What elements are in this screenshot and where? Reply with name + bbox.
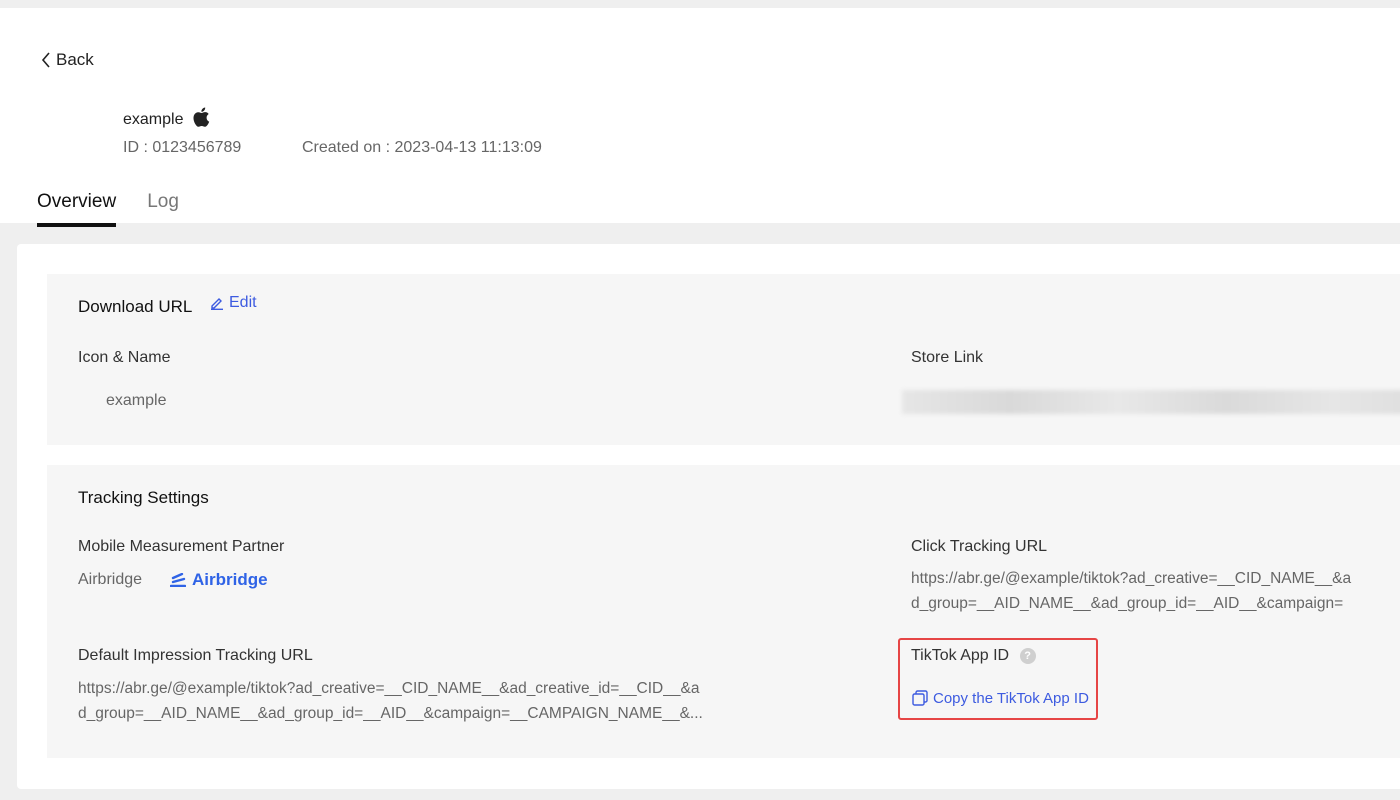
- chevron-left-icon: [41, 52, 50, 68]
- impression-url-line2: d_group=__AID_NAME__&ad_group_id=__AID__…: [78, 705, 703, 722]
- airbridge-logo-icon: [170, 573, 186, 587]
- created-date: Created on : 2023-04-13 11:13:09: [302, 139, 542, 156]
- download-url-panel: Download URL Edit Icon & Name example St…: [47, 274, 1400, 445]
- help-icon[interactable]: ?: [1019, 647, 1036, 664]
- impression-tracking-url: https://abr.ge/@example/tiktok?ad_creati…: [78, 676, 778, 726]
- app-title: example: [123, 106, 210, 133]
- pencil-icon: [211, 298, 223, 310]
- edit-button[interactable]: Edit: [210, 294, 257, 312]
- click-tracking-label: Click Tracking URL: [911, 538, 1048, 555]
- app-id: ID : 0123456789: [123, 139, 242, 156]
- tab-bar: Overview Log: [37, 191, 210, 227]
- copy-tiktok-app-id-button[interactable]: Copy the TikTok App ID: [911, 689, 1089, 707]
- icon-name-label: Icon & Name: [78, 349, 171, 366]
- copy-icon: [912, 690, 928, 706]
- mmp-label: Mobile Measurement Partner: [78, 538, 285, 555]
- airbridge-logo-text: Airbridge: [192, 570, 268, 589]
- app-meta: ID : 0123456789 Created on : 2023-04-13 …: [123, 139, 542, 157]
- tab-overview[interactable]: Overview: [37, 191, 117, 227]
- tracking-settings-panel: Tracking Settings Mobile Measurement Par…: [47, 465, 1400, 758]
- back-label: Back: [56, 50, 94, 69]
- mmp-value: Airbridge: [78, 571, 143, 588]
- airbridge-logo: Airbridge: [170, 570, 268, 590]
- store-link-label: Store Link: [911, 349, 984, 366]
- back-button[interactable]: Back: [40, 50, 94, 70]
- impression-url-line1: https://abr.ge/@example/tiktok?ad_creati…: [78, 680, 700, 697]
- store-link-value-redacted: [902, 390, 1400, 414]
- tracking-settings-title: Tracking Settings: [78, 488, 209, 507]
- tab-log[interactable]: Log: [147, 191, 179, 227]
- overview-card: Download URL Edit Icon & Name example St…: [17, 244, 1400, 789]
- impression-tracking-label: Default Impression Tracking URL: [78, 647, 313, 664]
- page-header: Back example ID : 0123456789 Created on …: [0, 8, 1400, 227]
- app-name-text: example: [123, 110, 184, 128]
- edit-label: Edit: [229, 294, 257, 311]
- click-tracking-url-line1: https://abr.ge/@example/tiktok?ad_creati…: [911, 570, 1352, 587]
- copy-label: Copy the TikTok App ID: [933, 689, 1089, 707]
- apple-icon: [192, 106, 210, 133]
- click-tracking-url-line2: d_group=__AID_NAME__&ad_group_id=__AID__…: [911, 595, 1344, 612]
- icon-name-value: example: [106, 392, 167, 409]
- tiktok-app-id-label: TikTok App ID: [911, 647, 1010, 664]
- click-tracking-url: https://abr.ge/@example/tiktok?ad_creati…: [911, 566, 1400, 616]
- tiktok-app-id-label-row: TikTok App ID ?: [911, 647, 1036, 665]
- download-url-title: Download URL: [78, 297, 193, 316]
